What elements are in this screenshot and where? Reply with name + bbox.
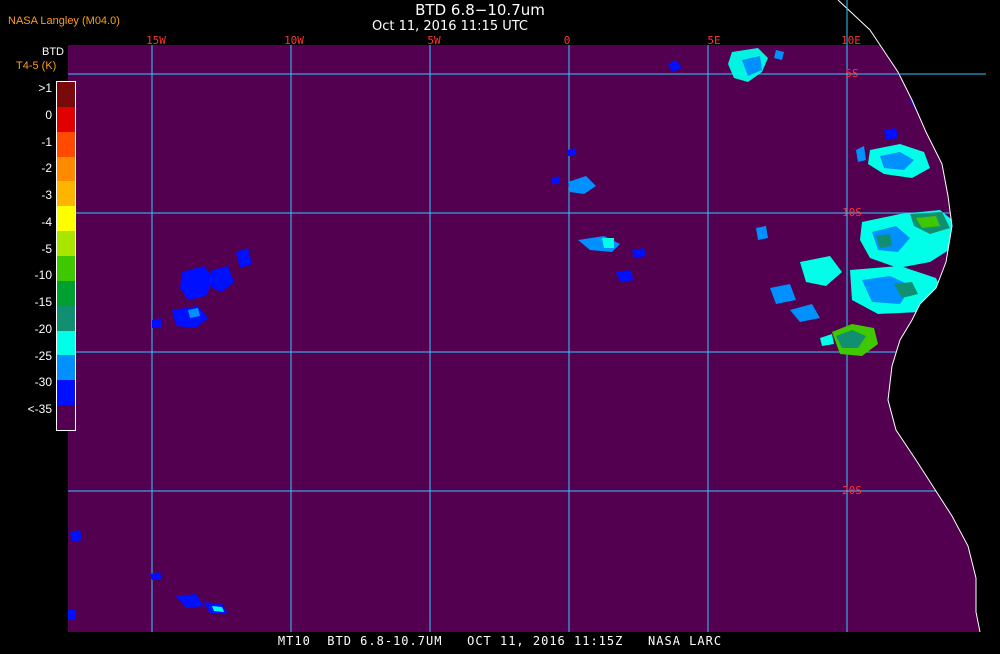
legend-color-cell	[57, 330, 75, 356]
lon-label: 15W	[146, 34, 166, 47]
lon-label: 10W	[284, 34, 304, 47]
legend-label: <-35	[27, 402, 52, 417]
legend-color-cell	[57, 405, 75, 431]
map-title: BTD 6.8−10.7um	[415, 1, 545, 19]
cloud-patch	[602, 238, 614, 248]
lon-label: 5E	[707, 34, 720, 47]
legend-color-cell	[57, 131, 75, 157]
legend-title: BTD	[42, 46, 64, 58]
legend-color-cell	[57, 305, 75, 331]
legend-label: -30	[34, 375, 52, 390]
color-scale-labels: >1 0 -1 -2 -3 -4 -5 -10 -15 -20 -25 -30 <-35	[0, 74, 52, 434]
lat-label: 20S	[842, 484, 862, 497]
cloud-patch	[756, 226, 768, 240]
lat-label: 10S	[842, 206, 862, 219]
footer-caption: MT10 BTD 6.8-10.7UM OCT 11, 2016 11:15Z …	[277, 634, 723, 648]
satellite-map: 15W 10W 5W 0 5E 10E 5S 10S 20S	[0, 0, 1000, 650]
legend-color-cell	[57, 256, 75, 281]
legend-color-cell	[57, 181, 75, 207]
lon-label: 10E	[841, 34, 861, 47]
color-scale-bar	[56, 81, 76, 431]
legend-label: -1	[41, 134, 52, 149]
lat-label: 5S	[845, 67, 858, 80]
legend-label: -15	[34, 295, 52, 310]
legend-label: -10	[34, 268, 52, 283]
legend-subtitle: T4-5 (K)	[16, 60, 57, 72]
left-blank-strip	[0, 440, 68, 632]
legend-color-cell	[57, 82, 75, 107]
legend-label: 0	[45, 107, 52, 122]
legend-label: -5	[41, 241, 52, 256]
lon-label: 0	[564, 34, 571, 47]
legend-color-cell	[57, 156, 75, 182]
legend-color-cell	[57, 106, 75, 132]
legend-color-cell	[57, 231, 75, 257]
lon-label: 5W	[427, 34, 441, 47]
map-canvas: 15W 10W 5W 0 5E 10E 5S 10S 20S	[68, 0, 1000, 633]
legend-label: >1	[38, 81, 52, 95]
cloud-patch	[884, 128, 898, 140]
legend-label: -4	[41, 214, 52, 229]
legend-label: -25	[34, 348, 52, 363]
cloud-patch	[70, 530, 82, 542]
legend-label: -3	[41, 188, 52, 203]
legend-color-cell	[57, 280, 75, 306]
legend-color-cell	[57, 355, 75, 381]
legend-color-cell	[57, 380, 75, 406]
legend-label: -20	[34, 321, 52, 336]
cloud-patch	[68, 610, 76, 620]
legend-color-cell	[57, 206, 75, 232]
legend-label: -2	[41, 161, 52, 176]
map-timestamp: Oct 11, 2016 11:15 UTC	[372, 19, 528, 34]
